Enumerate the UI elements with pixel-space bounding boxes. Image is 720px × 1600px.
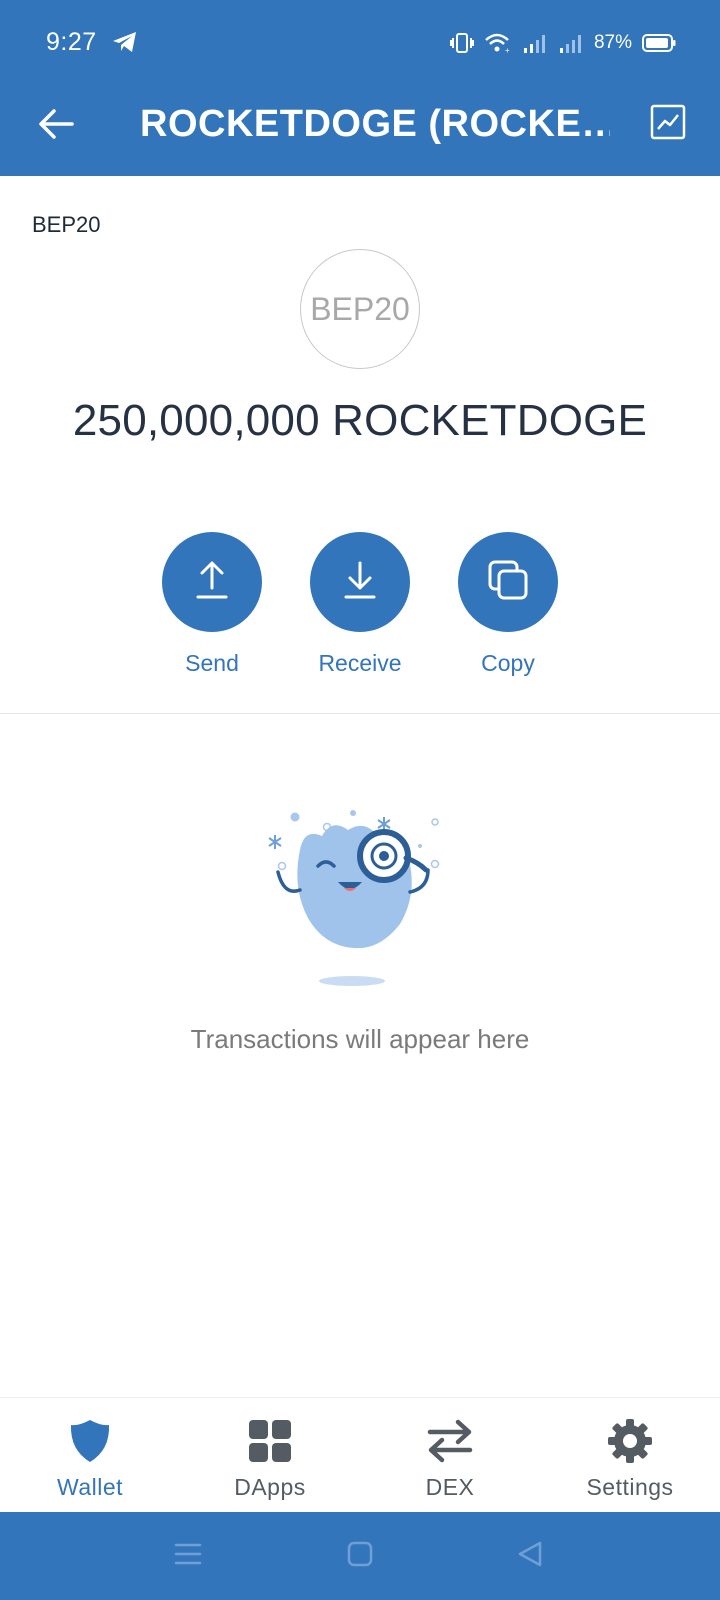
arrow-left-icon	[38, 108, 74, 145]
nav-dex-label: DEX	[425, 1474, 475, 1500]
status-icons: + 87%	[449, 28, 676, 58]
token-logo-text: BEP20	[310, 290, 410, 327]
svg-text:+: +	[505, 46, 510, 54]
signal-icon	[522, 32, 548, 54]
signal-icon	[558, 32, 584, 54]
nav-wallet[interactable]: Wallet	[0, 1398, 180, 1513]
receive-circle[interactable]	[310, 532, 410, 632]
price-chart-button[interactable]	[642, 98, 694, 150]
receive-button[interactable]: Receive	[285, 532, 435, 677]
nav-dex[interactable]: DEX	[360, 1398, 540, 1513]
wifi-icon: +	[484, 32, 512, 54]
bottom-navigation: Wallet DApps DEX Settings	[0, 1397, 720, 1512]
menu-icon	[174, 1542, 202, 1571]
copy-circle[interactable]	[458, 532, 558, 632]
page-title: ROCKETDOGE (ROCKE…	[140, 103, 610, 145]
swap-arrows-icon	[426, 1419, 474, 1468]
status-bar: 9:27 + 87%	[0, 0, 720, 88]
copy-icon	[487, 559, 529, 606]
download-arrow-icon	[343, 560, 377, 605]
home-square-icon	[347, 1541, 373, 1572]
token-balance: 250,000,000 ROCKETDOGE	[72, 396, 648, 445]
nav-settings-label: Settings	[586, 1474, 674, 1500]
nav-wallet-label: Wallet	[56, 1474, 124, 1500]
section-divider	[0, 713, 720, 714]
system-menu-button[interactable]	[166, 1534, 210, 1578]
battery-percent: 87%	[593, 32, 632, 53]
top-bar: 9:27 + 87% ROCKETDOGE (ROCKE…	[0, 0, 720, 176]
back-triangle-icon	[517, 1540, 543, 1573]
grid-icon	[248, 1419, 292, 1468]
send-label: Send	[185, 650, 239, 676]
send-button[interactable]: Send	[137, 532, 287, 677]
network-label: BEP20	[32, 212, 101, 237]
token-logo: BEP20	[300, 249, 420, 369]
telegram-icon	[112, 31, 138, 53]
back-button[interactable]	[32, 102, 80, 150]
battery-icon	[642, 33, 676, 53]
chart-line-icon	[650, 104, 686, 145]
action-buttons: Send Receive Copy	[0, 532, 720, 682]
status-time: 9:27	[46, 28, 97, 56]
mascot-magnifier-illustration	[260, 800, 460, 990]
nav-settings[interactable]: Settings	[540, 1398, 720, 1513]
gear-icon	[607, 1418, 653, 1469]
shield-icon	[69, 1418, 111, 1469]
copy-label: Copy	[481, 650, 535, 676]
nav-dapps[interactable]: DApps	[180, 1398, 360, 1513]
receive-label: Receive	[318, 650, 402, 676]
system-home-button[interactable]	[338, 1534, 382, 1578]
copy-button[interactable]: Copy	[433, 532, 583, 677]
system-back-button[interactable]	[508, 1534, 552, 1578]
system-navigation-bar	[0, 1512, 720, 1600]
vibrate-icon	[449, 32, 474, 54]
empty-state-message: Transactions will appear here	[190, 1024, 530, 1054]
send-circle[interactable]	[162, 532, 262, 632]
nav-dapps-label: DApps	[234, 1474, 306, 1500]
upload-arrow-icon	[195, 560, 229, 605]
app-bar: ROCKETDOGE (ROCKE…	[0, 88, 720, 176]
